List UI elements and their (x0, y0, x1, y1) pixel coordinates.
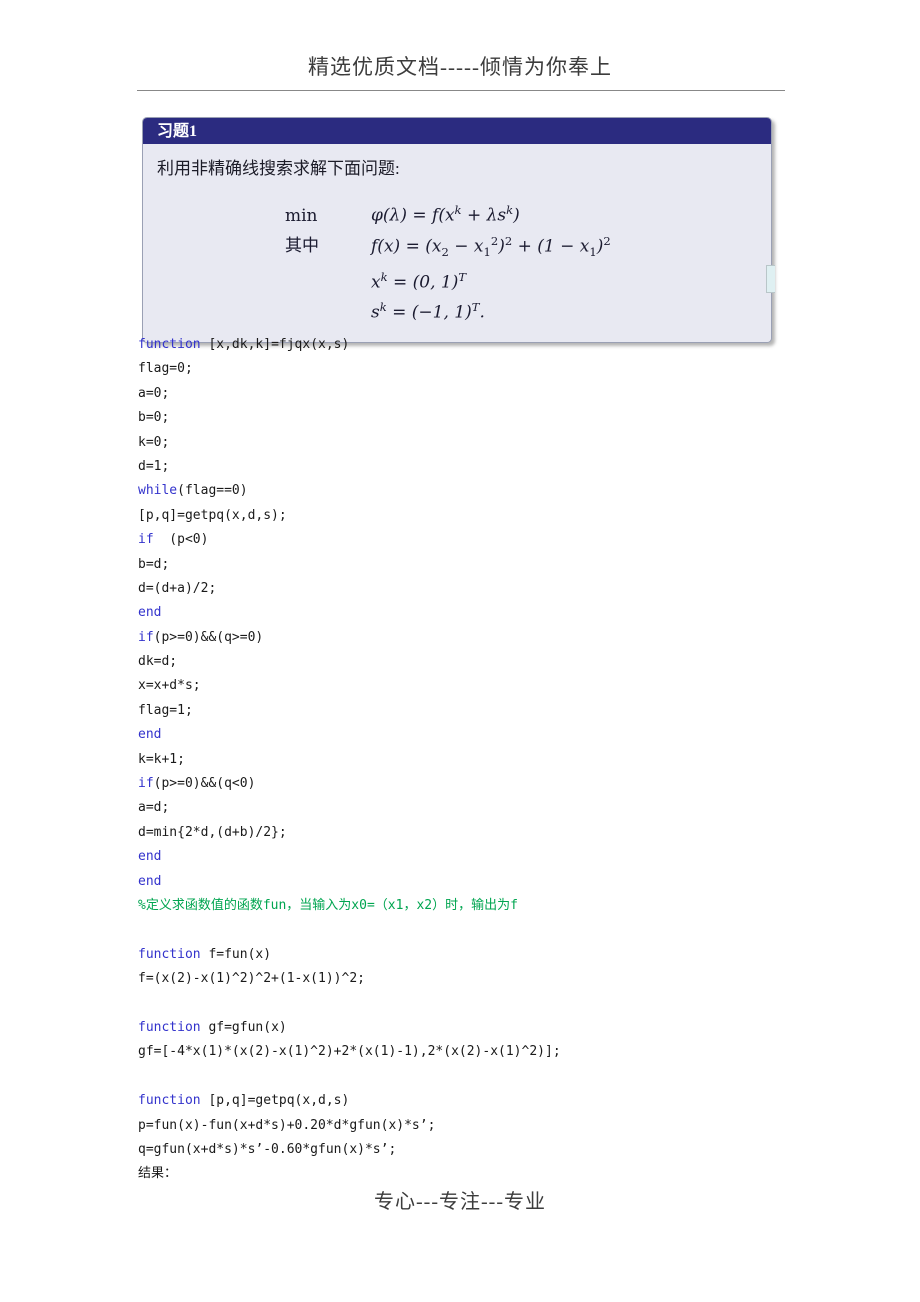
code-line: end (138, 870, 878, 894)
code-line: [p,q]=getpq(x,d,s); (138, 504, 878, 528)
code-line: q=gfun(x+d*s)*s’-0.60*gfun(x)*s’; (138, 1138, 878, 1162)
code-keyword: function (138, 1019, 201, 1035)
code-text: (p>=0)&&(q<0) (153, 776, 256, 792)
code-line: f=(x(2)-x(1)^2)^2+(1-x(1))^2; (138, 967, 878, 991)
code-text: f=(x(2)-x(1)^2)^2+(1-x(1))^2; (138, 971, 365, 987)
math-row-expression: f(x) = (x2 − x12)2 + (1 − x1)2 (371, 233, 611, 259)
code-line: if (p<0) (138, 528, 878, 552)
code-line: b=0; (138, 406, 878, 430)
math-row-expression: sk = (−1, 1)T. (371, 300, 485, 324)
code-keyword: end (138, 605, 162, 621)
code-line: d=1; (138, 455, 878, 479)
code-text: d=(d+a)/2; (138, 580, 217, 596)
code-line: b=d; (138, 553, 878, 577)
math-block: min φ(λ) = f(xk + λsk) 其中 f(x) = (x2 − x12)… (157, 198, 757, 326)
code-line: flag=1; (138, 699, 878, 723)
code-keyword: function (138, 946, 201, 962)
code-text: p=fun(x)-fun(x+d*s)+0.20*d*gfun(x)*s’; (138, 1117, 436, 1133)
exercise-box: 习题1 利用非精确线搜索求解下面问题: min φ(λ) = f(xk + λsk… (142, 117, 772, 344)
math-row: sk = (−1, 1)T. (285, 295, 757, 326)
code-keyword: function (138, 1093, 201, 1109)
code-line: if(p>=0)&&(q>=0) (138, 626, 878, 650)
code-line: a=d; (138, 796, 878, 820)
code-line: if(p>=0)&&(q<0) (138, 772, 878, 796)
math-row-expression: φ(λ) = f(xk + λsk) (371, 203, 520, 226)
math-row: 其中 f(x) = (x2 − x12)2 + (1 − x1)2 (285, 229, 757, 265)
code-keyword: while (138, 483, 178, 499)
code-line: %定义求函数值的函数fun，当输入为x0=（x1，x2）时，输出为f (138, 894, 878, 918)
code-text: a=0; (138, 385, 170, 401)
code-comment: %定义求函数值的函数fun，当输入为x0=（x1，x2）时，输出为f (138, 897, 518, 913)
exercise-prompt: 利用非精确线搜索求解下面问题: (157, 159, 400, 178)
code-line: end (138, 601, 878, 625)
math-row-expression: xk = (0, 1)T (371, 269, 467, 293)
math-row-label: min (285, 205, 318, 226)
code-line: p=fun(x)-fun(x+d*s)+0.20*d*gfun(x)*s’; (138, 1114, 878, 1138)
code-text: [p,q]=getpq(x,d,s); (138, 507, 287, 523)
code-line: gf=[-4*x(1)*(x(2)-x(1)^2)+2*(x(1)-1),2*(… (138, 1040, 878, 1064)
code-text: q=gfun(x+d*s)*s’-0.60*gfun(x)*s’; (138, 1141, 397, 1157)
code-text: b=d; (138, 556, 170, 572)
code-line: flag=0; (138, 357, 878, 381)
code-keyword: if (138, 776, 154, 792)
code-line: end (138, 723, 878, 747)
header-divider (137, 90, 785, 91)
code-text: f=fun(x) (200, 946, 272, 962)
code-text: (flag==0) (177, 483, 248, 499)
page-header-text: 精选优质文档-----倾情为你奉上 (308, 55, 612, 79)
exercise-title: 习题1 (157, 123, 198, 140)
code-line: end (138, 845, 878, 869)
code-text: flag=0; (138, 361, 193, 377)
code-line: function f=fun(x) (138, 943, 878, 967)
page-footer-text: 专心---专注---专业 (374, 1191, 546, 1213)
page-footer: 专心---专注---专业 (0, 1185, 920, 1214)
code-line: d=(d+a)/2; (138, 577, 878, 601)
exercise-body: 利用非精确线搜索求解下面问题: min φ(λ) = f(xk + λsk) 其中 f… (143, 144, 771, 343)
code-text: flag=1; (138, 702, 193, 718)
exercise-title-bar: 习题1 (143, 118, 771, 144)
code-line: function [p,q]=getpq(x,d,s) (138, 1089, 878, 1113)
code-text: d=min{2*d,(d+b)/2}; (138, 824, 287, 840)
code-line: dk=d; (138, 650, 878, 674)
code-keyword: function (138, 337, 201, 352)
code-keyword: if (138, 532, 154, 548)
page-header: 精选优质文档-----倾情为你奉上 (0, 52, 920, 82)
code-listing: function [x,dk,k]=fjqx(x,s) flag=0; a=0; b=… (138, 333, 878, 1187)
code-text: k=k+1; (138, 751, 185, 767)
code-line: k=k+1; (138, 748, 878, 772)
code-line: x=x+d*s; (138, 674, 878, 698)
code-text: b=0; (138, 410, 170, 426)
code-text: [x,dk,k]=fjqx(x,s) (200, 337, 350, 352)
code-text: gf=gfun(x) (200, 1019, 287, 1035)
code-line: while(flag==0) (138, 479, 878, 503)
code-line: d=min{2*d,(d+b)/2}; (138, 821, 878, 845)
code-text: k=0; (138, 434, 170, 450)
code-line: 结果： (138, 1162, 878, 1186)
code-text: a=d; (138, 800, 170, 816)
edge-tab-artifact (766, 265, 775, 293)
code-keyword: end (138, 727, 162, 743)
code-line: function [x,dk,k]=fjqx(x,s) (138, 333, 878, 357)
code-line: function gf=gfun(x) (138, 1016, 878, 1040)
code-text: [p,q]=getpq(x,d,s) (200, 1093, 350, 1109)
code-line: a=0; (138, 382, 878, 406)
code-text: dk=d; (138, 654, 178, 670)
code-text: 结果： (138, 1166, 178, 1182)
code-line: k=0; (138, 431, 878, 455)
code-keyword: if (138, 629, 154, 645)
math-row-label: 其中 (285, 236, 319, 257)
code-text: gf=[-4*x(1)*(x(2)-x(1)^2)+2*(x(1)-1),2*(… (138, 1044, 561, 1060)
code-text: d=1; (138, 458, 170, 474)
math-row: min φ(λ) = f(xk + λsk) (285, 198, 757, 229)
code-keyword: end (138, 873, 162, 889)
code-text: x=x+d*s; (138, 678, 201, 694)
code-keyword: end (138, 849, 162, 865)
code-text: (p>=0)&&(q>=0) (153, 629, 264, 645)
math-row: xk = (0, 1)T (285, 265, 757, 296)
code-text: (p<0) (153, 532, 209, 548)
